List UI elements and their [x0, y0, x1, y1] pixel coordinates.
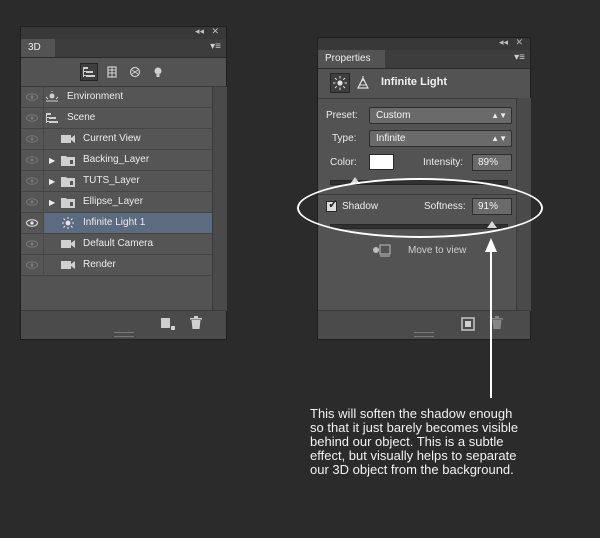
highlight-ellipse [297, 178, 543, 238]
eye-icon[interactable] [21, 234, 44, 254]
layer-label: Infinite Light 1 [83, 217, 146, 228]
eye-icon[interactable] [21, 150, 44, 170]
panel-properties-footer [318, 310, 530, 339]
scene-icon [45, 112, 59, 124]
close-panel-icon[interactable]: ✕ [211, 26, 219, 37]
color-swatch[interactable] [369, 154, 394, 170]
annotation-text: This will soften the shadow enough so th… [310, 406, 519, 477]
layer-row-tuts-layer[interactable]: ▶ TUTS_Layer [21, 171, 212, 192]
mesh-filter-icon[interactable] [103, 63, 121, 81]
eye-icon[interactable] [21, 213, 44, 233]
trash-icon[interactable] [490, 316, 504, 330]
layer-label: TUTS_Layer [83, 175, 140, 186]
mesh-folder-icon [61, 175, 75, 187]
filter-toolbar [21, 58, 226, 87]
tab-3d[interactable]: 3D [21, 39, 55, 57]
properties-title: Infinite Light [381, 76, 447, 88]
type-value: Infinite [376, 133, 406, 144]
render-icon[interactable] [461, 317, 475, 331]
eye-icon[interactable] [21, 255, 44, 275]
panel-menu-icon[interactable]: ▾≡ [514, 52, 525, 63]
tab-properties[interactable]: Properties [318, 50, 385, 68]
new-light-icon[interactable] [160, 317, 176, 331]
infinite-light-icon [61, 217, 75, 229]
intensity-input[interactable]: 89% [472, 154, 512, 171]
color-label: Color: [330, 157, 357, 168]
layer-row-render[interactable]: Render [21, 255, 212, 276]
layer-label: Default Camera [83, 238, 154, 249]
intensity-label: Intensity: [423, 157, 464, 168]
panel-3d-tabrow: 3D ▾≡ [21, 39, 226, 58]
expand-triangle-icon[interactable]: ▶ [49, 156, 55, 165]
panel-properties-tabrow: Properties ▾≡ [318, 50, 530, 69]
eye-icon[interactable] [21, 192, 44, 212]
camera-icon [61, 238, 75, 250]
resize-grip[interactable] [414, 332, 434, 337]
resize-grip[interactable] [113, 332, 134, 337]
move-to-view-icon[interactable] [372, 243, 392, 257]
move-to-view-button[interactable]: Move to view [408, 245, 466, 256]
preset-value: Custom [376, 110, 411, 121]
coordinates-icon[interactable] [353, 73, 373, 93]
properties-header: Infinite Light [318, 68, 530, 99]
layer-label: Backing_Layer [83, 154, 150, 165]
select-arrows-icon: ▲▼ [491, 111, 507, 120]
panel-properties-titlebar[interactable]: ◂◂ ✕ [318, 37, 530, 50]
material-filter-icon[interactable] [126, 63, 144, 81]
expand-triangle-icon[interactable]: ▶ [49, 198, 55, 207]
environment-icon [45, 91, 59, 103]
layer-row-infinite-light-1[interactable]: Infinite Light 1 [21, 213, 212, 234]
type-select[interactable]: Infinite ▲▼ [369, 130, 512, 147]
camera-icon [61, 133, 75, 145]
layer-row-scene[interactable]: Scene [21, 108, 212, 129]
layer-list-scrollbar[interactable] [212, 87, 227, 311]
layer-list: Environment Scene Current View ▶ Backing… [21, 87, 212, 276]
layer-label: Environment [67, 91, 124, 102]
close-panel-icon[interactable]: ✕ [515, 37, 523, 48]
scene-filter-icon[interactable] [80, 63, 98, 81]
annotation-arrow-line [490, 248, 492, 398]
layer-label: Ellipse_Layer [83, 196, 144, 207]
type-label: Type: [332, 133, 357, 144]
panel-3d-titlebar[interactable]: ◂◂ ✕ [21, 26, 226, 39]
preset-label: Preset: [326, 110, 358, 121]
layer-row-default-camera[interactable]: Default Camera [21, 234, 212, 255]
layer-label: Scene [67, 112, 96, 123]
eye-icon[interactable] [21, 171, 44, 191]
mesh-folder-icon [61, 196, 75, 208]
select-arrows-icon: ▲▼ [491, 134, 507, 143]
panel-3d-footer [21, 310, 226, 339]
layer-label: Current View [83, 133, 141, 144]
panel-3d: ◂◂ ✕ 3D ▾≡ Environment Scene Current Vie… [20, 26, 227, 340]
preset-select[interactable]: Custom ▲▼ [369, 107, 512, 124]
panel-menu-icon[interactable]: ▾≡ [210, 41, 221, 52]
camera-icon [61, 259, 75, 271]
light-properties-icon[interactable] [330, 73, 350, 93]
eye-icon[interactable] [21, 108, 44, 128]
expand-triangle-icon[interactable]: ▶ [49, 177, 55, 186]
collapse-panel-icon[interactable]: ◂◂ [499, 37, 508, 48]
collapse-panel-icon[interactable]: ◂◂ [195, 26, 204, 37]
mesh-folder-icon [61, 154, 75, 166]
eye-icon[interactable] [21, 129, 44, 149]
layer-row-ellipse-layer[interactable]: ▶ Ellipse_Layer [21, 192, 212, 213]
trash-icon[interactable] [189, 316, 203, 330]
light-filter-icon[interactable] [149, 63, 167, 81]
layer-row-current-view[interactable]: Current View [21, 129, 212, 150]
eye-icon[interactable] [21, 87, 44, 107]
layer-row-environment[interactable]: Environment [21, 87, 212, 108]
layer-label: Render [83, 259, 116, 270]
layer-row-backing-layer[interactable]: ▶ Backing_Layer [21, 150, 212, 171]
